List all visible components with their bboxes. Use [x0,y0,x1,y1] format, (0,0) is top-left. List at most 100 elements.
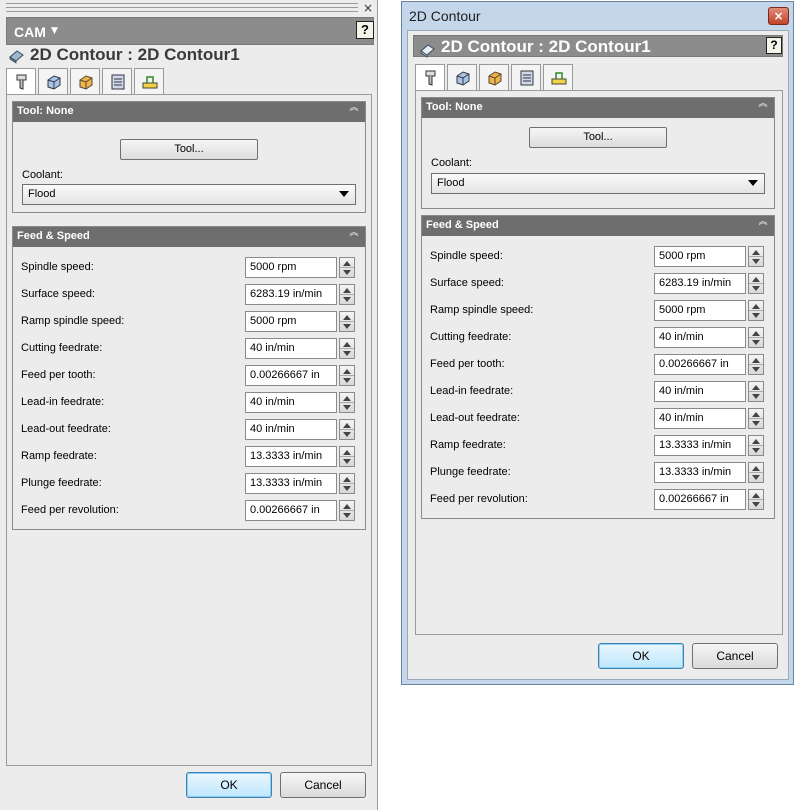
spin-down-icon[interactable] [752,448,760,453]
spin-up-icon[interactable] [752,331,760,336]
param-spinner[interactable] [339,500,355,521]
collapse-icon[interactable]: ︽ [758,218,768,231]
feed-speed-group-header[interactable]: Feed & Speed ︽ [422,216,774,236]
spin-down-icon[interactable] [752,502,760,507]
ok-button[interactable]: OK [186,772,272,798]
tab-heights[interactable] [70,68,100,94]
param-spinner[interactable] [339,446,355,467]
tool-select-button[interactable]: Tool... [529,127,667,148]
spin-down-icon[interactable] [343,297,351,302]
spin-up-icon[interactable] [752,439,760,444]
cam-menu-bar[interactable]: CAM ▼ ? [6,17,374,45]
param-input[interactable]: 5000 rpm [245,257,337,278]
param-spinner[interactable] [748,354,764,375]
collapse-icon[interactable]: ︽ [349,104,359,117]
tab-heights[interactable] [479,64,509,90]
spin-up-icon[interactable] [343,423,351,428]
tool-group-header[interactable]: Tool: None ︽ [13,102,365,122]
coolant-select[interactable]: Flood [431,173,765,194]
cancel-button[interactable]: Cancel [692,643,778,669]
param-input[interactable]: 13.3333 in/min [245,446,337,467]
spin-up-icon[interactable] [343,288,351,293]
param-spinner[interactable] [748,381,764,402]
param-input[interactable]: 0.00266667 in [654,489,746,510]
spin-down-icon[interactable] [752,367,760,372]
panel-close-icon[interactable]: × [362,2,374,14]
param-input[interactable]: 6283.19 in/min [245,284,337,305]
tab-tool[interactable] [415,64,445,91]
spin-up-icon[interactable] [343,504,351,509]
help-button[interactable]: ? [356,21,374,39]
param-spinner[interactable] [339,392,355,413]
param-spinner[interactable] [748,327,764,348]
spin-down-icon[interactable] [343,351,351,356]
tool-select-button[interactable]: Tool... [120,139,258,160]
param-spinner[interactable] [748,408,764,429]
param-input[interactable]: 40 in/min [245,419,337,440]
spin-down-icon[interactable] [343,405,351,410]
collapse-icon[interactable]: ︽ [349,229,359,242]
param-spinner[interactable] [339,311,355,332]
spin-up-icon[interactable] [343,315,351,320]
param-input[interactable]: 13.3333 in/min [654,462,746,483]
spin-down-icon[interactable] [343,486,351,491]
window-close-button[interactable]: × [768,7,789,25]
collapse-icon[interactable]: ︽ [758,100,768,113]
param-spinner[interactable] [339,257,355,278]
panel-grip[interactable] [6,3,358,12]
spin-down-icon[interactable] [752,475,760,480]
tab-passes[interactable] [511,64,541,90]
spin-up-icon[interactable] [752,466,760,471]
tab-geometry[interactable] [447,64,477,90]
spin-up-icon[interactable] [752,277,760,282]
ok-button[interactable]: OK [598,643,684,669]
param-spinner[interactable] [748,489,764,510]
param-input[interactable]: 0.00266667 in [654,354,746,375]
param-input[interactable]: 40 in/min [245,392,337,413]
dropdown-arrow-icon[interactable] [339,191,349,197]
spin-up-icon[interactable] [752,250,760,255]
param-spinner[interactable] [748,246,764,267]
param-spinner[interactable] [339,473,355,494]
tab-passes[interactable] [102,68,132,94]
spin-down-icon[interactable] [343,459,351,464]
spin-down-icon[interactable] [343,324,351,329]
spin-down-icon[interactable] [752,340,760,345]
param-input[interactable]: 13.3333 in/min [654,435,746,456]
spin-down-icon[interactable] [343,270,351,275]
spin-up-icon[interactable] [343,396,351,401]
spin-up-icon[interactable] [752,304,760,309]
window-titlebar[interactable]: 2D Contour × [402,2,793,30]
param-spinner[interactable] [339,419,355,440]
cam-menu-label[interactable]: CAM [14,24,46,40]
spin-down-icon[interactable] [343,432,351,437]
param-spinner[interactable] [339,365,355,386]
tab-linking[interactable] [543,64,573,90]
spin-up-icon[interactable] [343,261,351,266]
feed-speed-group-header[interactable]: Feed & Speed ︽ [13,227,365,247]
spin-up-icon[interactable] [752,493,760,498]
param-spinner[interactable] [748,462,764,483]
tab-tool[interactable] [6,68,36,95]
spin-down-icon[interactable] [752,259,760,264]
param-input[interactable]: 40 in/min [245,338,337,359]
coolant-select[interactable]: Flood [22,184,356,205]
tab-geometry[interactable] [38,68,68,94]
param-input[interactable]: 5000 rpm [654,300,746,321]
spin-down-icon[interactable] [752,394,760,399]
cancel-button[interactable]: Cancel [280,772,366,798]
spin-up-icon[interactable] [752,385,760,390]
spin-up-icon[interactable] [752,358,760,363]
spin-up-icon[interactable] [343,342,351,347]
spin-up-icon[interactable] [752,412,760,417]
help-button[interactable]: ? [766,37,782,54]
param-input[interactable]: 40 in/min [654,408,746,429]
param-input[interactable]: 40 in/min [654,381,746,402]
spin-down-icon[interactable] [752,286,760,291]
spin-down-icon[interactable] [752,313,760,318]
spin-up-icon[interactable] [343,450,351,455]
dropdown-arrow-icon[interactable] [748,180,758,186]
param-spinner[interactable] [748,300,764,321]
param-input[interactable]: 6283.19 in/min [654,273,746,294]
param-input[interactable]: 0.00266667 in [245,365,337,386]
